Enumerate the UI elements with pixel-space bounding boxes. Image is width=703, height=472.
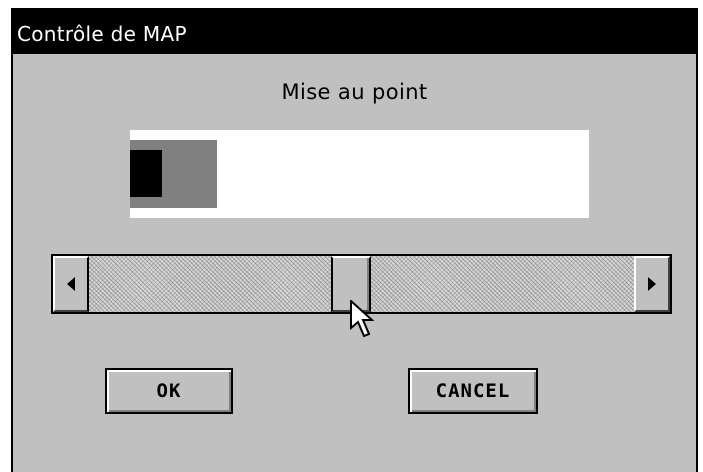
focus-label: Mise au point — [281, 80, 428, 104]
cancel-button[interactable]: CANCEL — [408, 368, 538, 414]
slider-right-button[interactable] — [634, 256, 670, 312]
focus-meter — [130, 130, 589, 218]
ok-button[interactable]: OK — [105, 368, 233, 414]
mouse-pointer-icon — [350, 298, 375, 344]
slider-left-button[interactable] — [53, 256, 89, 312]
dialog-title: Contrôle de MAP — [13, 10, 696, 54]
focus-control-dialog: Contrôle de MAP Mise au point OK CANCEL — [11, 8, 698, 472]
focus-meter-peak — [130, 150, 162, 197]
